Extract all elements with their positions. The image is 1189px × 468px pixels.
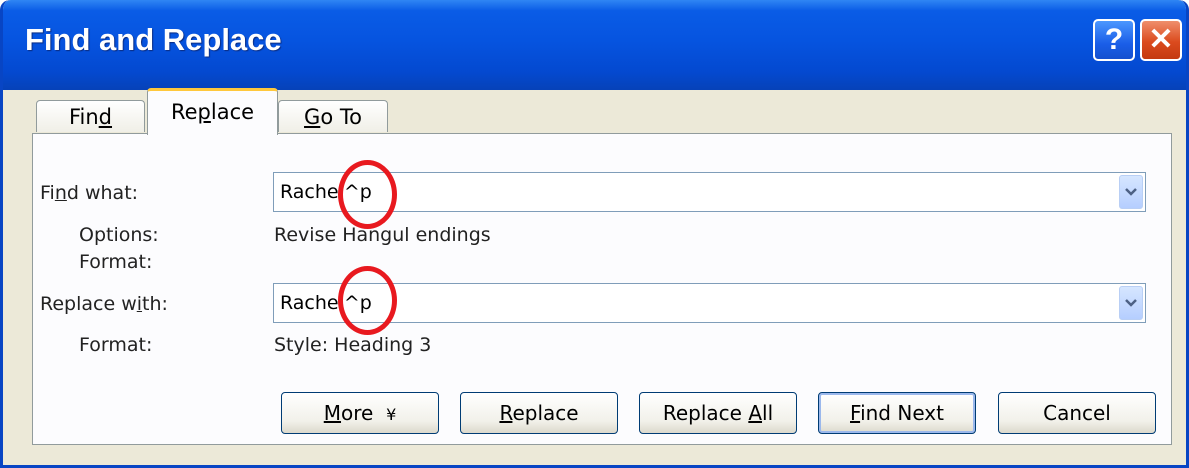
tab-find[interactable]: Find [36,100,145,132]
find-what-field[interactable]: Rachel^p [273,172,1146,212]
annotation-circle [338,266,397,335]
tab-go-to[interactable]: Go To [278,100,388,132]
help-icon[interactable]: ? [1093,19,1135,61]
replace-all-button[interactable]: Replace All [639,392,797,434]
replace-format-value: Style: Heading 3 [274,334,432,356]
tab-go-to-label: Go To [304,105,362,129]
replace-with-field[interactable]: Rachel^p [273,283,1146,323]
options-label: Options: [79,224,159,246]
close-icon[interactable]: ✕ [1140,19,1182,61]
find-what-dropdown-button[interactable] [1119,175,1143,209]
chevron-down-icon [1125,188,1137,196]
replace-with-label: Replace with: [40,293,168,315]
options-value: Revise Hangul endings [274,224,491,246]
replace-format-label: Format: [79,334,153,356]
more-arrow-icon: ¥ [386,405,397,424]
title-bar[interactable]: Find and Replace ? ✕ [3,0,1186,90]
annotation-circle [338,160,397,229]
tab-replace[interactable]: Replace [147,88,278,135]
find-what-label: Find what: [40,182,139,204]
cancel-button[interactable]: Cancel [998,392,1156,434]
replace-with-dropdown-button[interactable] [1119,286,1143,320]
tab-replace-label: Replace [170,100,255,124]
tab-find-label: Find [68,105,113,129]
find-replace-dialog: Find and Replace ? ✕ Find Replace Go To … [0,0,1189,468]
more-button[interactable]: More ¥ [281,392,439,434]
find-format-label: Format: [79,251,153,273]
window-title: Find and Replace [25,22,282,57]
replace-button[interactable]: Replace [460,392,618,434]
chevron-down-icon [1125,299,1137,307]
find-next-button[interactable]: Find Next [818,392,976,434]
